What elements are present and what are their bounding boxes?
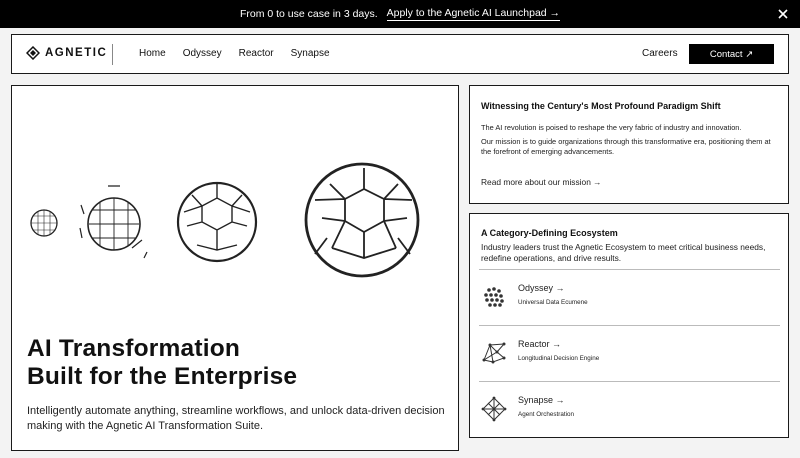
nav-divider [112, 44, 113, 65]
divider [479, 381, 780, 382]
contact-button[interactable]: Contact ↗ [689, 44, 774, 64]
mission-paragraph-1: The AI revolution is poised to reshape t… [481, 123, 742, 132]
nav-links: Home Odyssey Reactor Synapse [139, 48, 347, 59]
product-description: Agent Orchestration [518, 411, 575, 418]
product-odyssey[interactable]: Odyssey → Universal Data Ecumene [481, 278, 771, 318]
nav-link-synapse[interactable]: Synapse [291, 48, 330, 59]
brand-logo[interactable]: AGNETIC [26, 46, 107, 60]
launchpad-link[interactable]: Apply to the Agnetic AI Launchpad → [386, 7, 561, 21]
nav-link-home[interactable]: Home [139, 48, 166, 59]
mission-paragraph-2: Our mission is to guide organizations th… [481, 137, 771, 156]
product-name[interactable]: Synapse → [518, 395, 565, 405]
product-synapse[interactable]: Synapse → Agent Orchestration [481, 390, 771, 430]
ecosystem-card: A Category-Defining Ecosystem Industry l… [469, 213, 789, 438]
divider [479, 325, 780, 326]
product-description: Longitudinal Decision Engine [518, 355, 600, 362]
announcement-message: From 0 to use case in 3 days. [239, 8, 378, 20]
nav-link-odyssey[interactable]: Odyssey [183, 48, 222, 59]
mission-card: Witnessing the Century's Most Profound P… [469, 85, 789, 204]
top-nav: AGNETIC Home Odyssey Reactor Synapse Car… [11, 34, 789, 74]
product-reactor[interactable]: Reactor → Longitudinal Decision Engine [481, 334, 771, 374]
dot-cluster-icon [484, 287, 504, 307]
nav-link-careers[interactable]: Careers [642, 48, 678, 59]
crystal-lattice-icon [481, 396, 507, 422]
product-name[interactable]: Odyssey → [518, 283, 565, 293]
nav-link-reactor[interactable]: Reactor [239, 48, 274, 59]
product-description: Universal Data Ecumene [518, 299, 588, 306]
close-icon[interactable] [776, 7, 790, 21]
mission-title: Witnessing the Century's Most Profound P… [481, 101, 721, 111]
hero-subtitle: Intelligently automate anything, streaml… [27, 405, 445, 432]
brand-name: AGNETIC [45, 47, 108, 59]
product-name[interactable]: Reactor → [518, 339, 561, 349]
logo-mark-icon [26, 46, 40, 60]
hero-title: AI Transformation Built for the Enterpri… [27, 335, 297, 391]
fullerene-spheres-illustration [30, 162, 420, 278]
read-more-mission-link[interactable]: Read more about our mission → [481, 177, 602, 187]
ecosystem-lead: Industry leaders trust the Agnetic Ecosy… [481, 242, 766, 263]
network-web-icon [482, 342, 506, 364]
ecosystem-title: A Category-Defining Ecosystem [481, 228, 618, 238]
hero-title-line-2: Built for the Enterprise [27, 363, 298, 390]
announcement-bar: From 0 to use case in 3 days. Apply to t… [0, 0, 800, 28]
divider [479, 269, 780, 270]
hero-title-line-1: AI Transformation [27, 335, 241, 362]
hero-panel: AI Transformation Built for the Enterpri… [11, 85, 459, 451]
